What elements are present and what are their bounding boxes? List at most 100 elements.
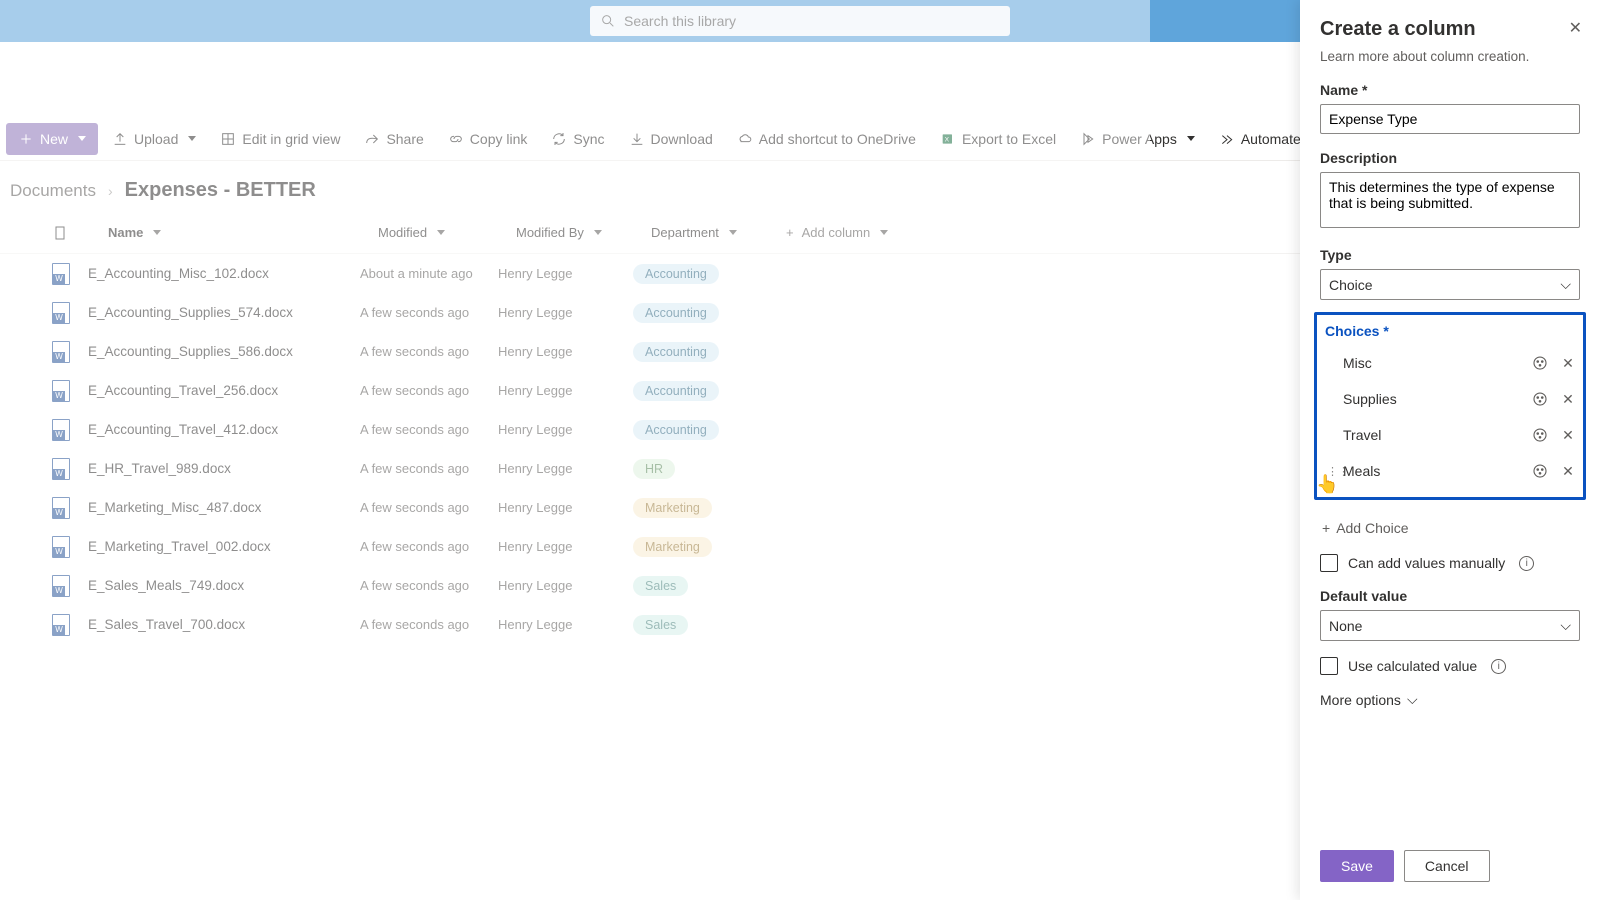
column-modified[interactable]: Modified xyxy=(378,225,516,240)
file-modified-by[interactable]: Henry Legge xyxy=(498,539,633,554)
file-modified-by[interactable]: Henry Legge xyxy=(498,305,633,320)
copy-link-button[interactable]: Copy link xyxy=(438,123,538,155)
powerapps-label: Power Apps xyxy=(1102,131,1177,147)
svg-text:X: X xyxy=(945,136,950,143)
file-modified-by[interactable]: Henry Legge xyxy=(498,344,633,359)
choice-text[interactable]: Supplies xyxy=(1343,391,1521,407)
file-modified-by[interactable]: Henry Legge xyxy=(498,266,633,281)
breadcrumb-root[interactable]: Documents xyxy=(10,181,96,201)
palette-icon[interactable] xyxy=(1531,354,1549,372)
description-field[interactable] xyxy=(1320,172,1580,228)
sync-label: Sync xyxy=(573,131,604,147)
file-department: Accounting xyxy=(633,381,719,401)
search-box[interactable]: Search this library xyxy=(590,6,1010,36)
file-department: Accounting xyxy=(633,264,719,284)
file-modified-by[interactable]: Henry Legge xyxy=(498,422,633,437)
checkbox-box xyxy=(1320,554,1338,572)
file-department: Marketing xyxy=(633,537,712,557)
column-add[interactable]: +Add column xyxy=(786,225,888,240)
file-modified: About a minute ago xyxy=(360,266,498,281)
file-name[interactable]: E_Accounting_Supplies_586.docx xyxy=(88,344,360,359)
info-icon[interactable]: i xyxy=(1519,556,1534,571)
file-name[interactable]: E_Accounting_Travel_256.docx xyxy=(88,383,360,398)
upload-button[interactable]: Upload xyxy=(102,123,206,155)
file-modified-by[interactable]: Henry Legge xyxy=(498,617,633,632)
file-department: Sales xyxy=(633,615,688,635)
cancel-button[interactable]: Cancel xyxy=(1404,850,1490,882)
file-name[interactable]: E_Sales_Travel_700.docx xyxy=(88,617,360,632)
search-placeholder: Search this library xyxy=(624,13,736,29)
shortcut-label: Add shortcut to OneDrive xyxy=(759,131,916,147)
file-name[interactable]: E_Sales_Meals_749.docx xyxy=(88,578,360,593)
automate-label: Automate xyxy=(1241,131,1301,147)
file-modified-by[interactable]: Henry Legge xyxy=(498,383,633,398)
palette-icon[interactable] xyxy=(1531,390,1549,408)
choice-row[interactable]: ⋮⋮ Travel ✕ xyxy=(1323,417,1577,453)
choices-section: Choices * ⋮⋮ Misc ✕⋮⋮ Supplies ✕⋮⋮ Trave… xyxy=(1314,312,1586,500)
file-type-column-icon[interactable] xyxy=(52,225,68,241)
remove-choice-icon[interactable]: ✕ xyxy=(1559,426,1577,444)
file-modified: A few seconds ago xyxy=(360,539,498,554)
share-button[interactable]: Share xyxy=(354,123,433,155)
more-options-toggle[interactable]: More options ⌵ xyxy=(1320,691,1580,708)
type-value: Choice xyxy=(1329,277,1373,293)
link-icon xyxy=(448,131,464,147)
onedrive-icon xyxy=(737,131,753,147)
search-icon xyxy=(600,13,616,29)
power-apps-button[interactable]: Power Apps xyxy=(1070,123,1205,155)
close-icon[interactable]: ✕ xyxy=(1569,18,1582,38)
create-column-panel: ✕ Create a column Learn more about colum… xyxy=(1300,0,1600,900)
download-button[interactable]: Download xyxy=(619,123,723,155)
file-name[interactable]: E_Marketing_Misc_487.docx xyxy=(88,500,360,515)
file-name[interactable]: E_Accounting_Travel_412.docx xyxy=(88,422,360,437)
new-button[interactable]: New xyxy=(6,123,98,155)
file-name[interactable]: E_Accounting_Supplies_574.docx xyxy=(88,305,360,320)
chevron-down-icon: ⌵ xyxy=(1407,691,1418,708)
choice-row[interactable]: ⋮⋮ Misc ✕ xyxy=(1323,345,1577,381)
file-name[interactable]: E_Marketing_Travel_002.docx xyxy=(88,539,360,554)
breadcrumb-sep: › xyxy=(108,183,113,199)
file-modified: A few seconds ago xyxy=(360,344,498,359)
type-dropdown[interactable]: Choice ⌵ xyxy=(1320,269,1580,300)
word-file-icon xyxy=(52,497,70,519)
file-department: Accounting xyxy=(633,303,719,323)
column-department[interactable]: Department xyxy=(651,225,786,240)
plus-icon: + xyxy=(1322,520,1330,536)
file-modified-by[interactable]: Henry Legge xyxy=(498,461,633,476)
edit-grid-button[interactable]: Edit in grid view xyxy=(210,123,350,155)
column-modified-by[interactable]: Modified By xyxy=(516,225,651,240)
choice-text[interactable]: Meals xyxy=(1343,463,1521,479)
file-modified-by[interactable]: Henry Legge xyxy=(498,500,633,515)
choice-text[interactable]: Travel xyxy=(1343,427,1521,443)
palette-icon[interactable] xyxy=(1531,426,1549,444)
remove-choice-icon[interactable]: ✕ xyxy=(1559,354,1577,372)
file-name[interactable]: E_HR_Travel_989.docx xyxy=(88,461,360,476)
choice-text[interactable]: Misc xyxy=(1343,355,1521,371)
add-choice-button[interactable]: + Add Choice xyxy=(1320,514,1580,542)
panel-title: Create a column xyxy=(1320,18,1580,41)
use-calculated-checkbox[interactable]: Use calculated value i xyxy=(1320,657,1580,675)
file-name[interactable]: E_Accounting_Misc_102.docx xyxy=(88,266,360,281)
default-value-text: None xyxy=(1329,618,1362,634)
copy-link-label: Copy link xyxy=(470,131,528,147)
info-icon[interactable]: i xyxy=(1491,659,1506,674)
remove-choice-icon[interactable]: ✕ xyxy=(1559,462,1577,480)
sync-button[interactable]: Sync xyxy=(541,123,614,155)
choice-row[interactable]: ⋮⋮ Supplies ✕ xyxy=(1323,381,1577,417)
add-shortcut-button[interactable]: Add shortcut to OneDrive xyxy=(727,123,926,155)
remove-choice-icon[interactable]: ✕ xyxy=(1559,390,1577,408)
file-modified-by[interactable]: Henry Legge xyxy=(498,578,633,593)
default-value-dropdown[interactable]: None ⌵ xyxy=(1320,610,1580,641)
column-name[interactable]: Name xyxy=(108,225,378,240)
can-add-manually-checkbox[interactable]: Can add values manually i xyxy=(1320,554,1580,572)
export-excel-button[interactable]: X Export to Excel xyxy=(930,123,1066,155)
choice-row[interactable]: ⋮⋮ Meals ✕ xyxy=(1323,453,1577,489)
panel-footer: Save Cancel xyxy=(1320,850,1580,882)
palette-icon[interactable] xyxy=(1531,462,1549,480)
powerapps-icon xyxy=(1080,131,1096,147)
upload-icon xyxy=(112,131,128,147)
name-field[interactable] xyxy=(1320,104,1580,134)
grip-icon[interactable]: ⋮⋮ xyxy=(1327,465,1337,478)
panel-subtitle[interactable]: Learn more about column creation. xyxy=(1320,49,1580,64)
save-button[interactable]: Save xyxy=(1320,850,1394,882)
